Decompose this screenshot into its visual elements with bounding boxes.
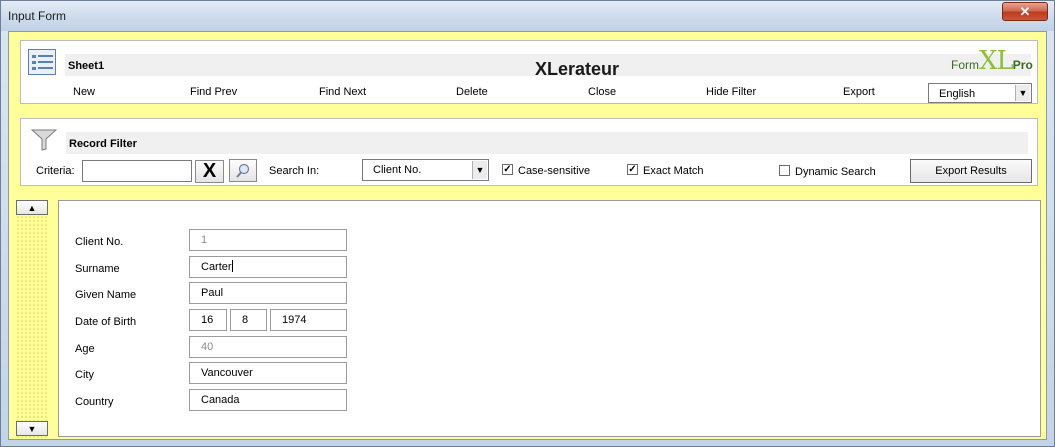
search-button[interactable] [229, 159, 257, 182]
form-client-area: Sheet1 XLerateur FormXLPro New Find Prev… [8, 31, 1047, 440]
dynamic-search-label[interactable]: Dynamic Search [795, 166, 876, 178]
search-in-label: Search In: [269, 165, 320, 177]
city-label: City [75, 369, 94, 381]
city-field[interactable]: Vancouver [189, 362, 347, 384]
surname-label: Surname [75, 263, 120, 275]
menu-find-prev[interactable]: Find Prev [190, 86, 237, 98]
clear-criteria-button[interactable]: X [195, 160, 224, 183]
magnifier-icon [236, 163, 250, 178]
exact-match-checkbox[interactable]: ✓ [627, 164, 638, 175]
age-label: Age [75, 343, 95, 355]
dropdown-arrow-icon[interactable]: ▼ [1015, 85, 1030, 101]
sheet-name: Sheet1 [68, 60, 105, 72]
logo-pro-text: Pro [1012, 58, 1033, 72]
language-select[interactable]: English ▼ [928, 83, 1032, 103]
menu-find-next[interactable]: Find Next [319, 86, 366, 98]
record-form: Client No. 1 Surname Carter Given Name P… [58, 200, 1041, 437]
title-bar: Input Form ✕ [1, 1, 1054, 31]
logo-form-text: Form [951, 58, 979, 72]
dynamic-search-checkbox[interactable] [779, 165, 790, 176]
window-title: Input Form [8, 9, 67, 23]
given-name-label: Given Name [75, 289, 137, 301]
logo-xl-text: XL [979, 46, 1014, 76]
dob-year-field[interactable]: 1974 [270, 309, 347, 331]
menu-export[interactable]: Export [843, 86, 875, 98]
funnel-icon [31, 129, 57, 151]
surname-field[interactable]: Carter [189, 256, 347, 278]
formxl-pro-logo: FormXLPro [951, 48, 1033, 77]
menu-hide-filter[interactable]: Hide Filter [706, 86, 756, 98]
app-title: XLerateur [535, 59, 620, 79]
input-form-window: Input Form ✕ Sheet1 XLerateur FormXLPro … [0, 0, 1055, 447]
dob-day-field[interactable]: 16 [189, 309, 227, 331]
record-filter-panel: Record Filter Criteria: X Search In: Cli… [20, 118, 1038, 186]
given-name-field[interactable]: Paul [189, 282, 347, 304]
menu-delete[interactable]: Delete [456, 86, 488, 98]
age-field: 40 [189, 336, 347, 358]
export-results-button[interactable]: Export Results [910, 159, 1032, 183]
client-no-field: 1 [189, 229, 347, 251]
surname-value: Carter [201, 261, 232, 273]
search-in-value: Client No. [373, 164, 422, 176]
record-navigation-strip: ▲ ▼ [16, 199, 49, 439]
menu-new[interactable]: New [73, 86, 95, 98]
scroll-up-button[interactable]: ▲ [16, 200, 48, 215]
window-close-button[interactable]: ✕ [1002, 2, 1048, 21]
toolbar-ribbon: Sheet1 XLerateur FormXLPro New Find Prev… [20, 40, 1038, 104]
language-value: English [939, 88, 976, 100]
menu-close[interactable]: Close [588, 86, 616, 98]
filter-header-band [66, 132, 1028, 154]
client-no-label: Client No. [75, 236, 124, 248]
case-sensitive-label[interactable]: Case-sensitive [518, 165, 590, 177]
exact-match-label[interactable]: Exact Match [643, 165, 704, 177]
sheet-icon [28, 49, 56, 75]
search-in-select[interactable]: Client No. ▼ [362, 159, 489, 181]
case-sensitive-checkbox[interactable]: ✓ [502, 164, 513, 175]
filter-title: Record Filter [69, 138, 137, 150]
country-label: Country [75, 396, 114, 408]
date-of-birth-label: Date of Birth [75, 316, 137, 328]
country-field[interactable]: Canada [189, 389, 347, 411]
dob-month-field[interactable]: 8 [230, 309, 267, 331]
text-caret [231, 260, 233, 272]
scroll-down-button[interactable]: ▼ [16, 421, 48, 436]
scroll-down-icon: ▼ [27, 423, 37, 434]
scroll-up-icon: ▲ [27, 202, 37, 213]
criteria-input[interactable] [82, 160, 192, 182]
dropdown-arrow-icon[interactable]: ▼ [472, 161, 487, 179]
criteria-label: Criteria: [36, 165, 75, 177]
